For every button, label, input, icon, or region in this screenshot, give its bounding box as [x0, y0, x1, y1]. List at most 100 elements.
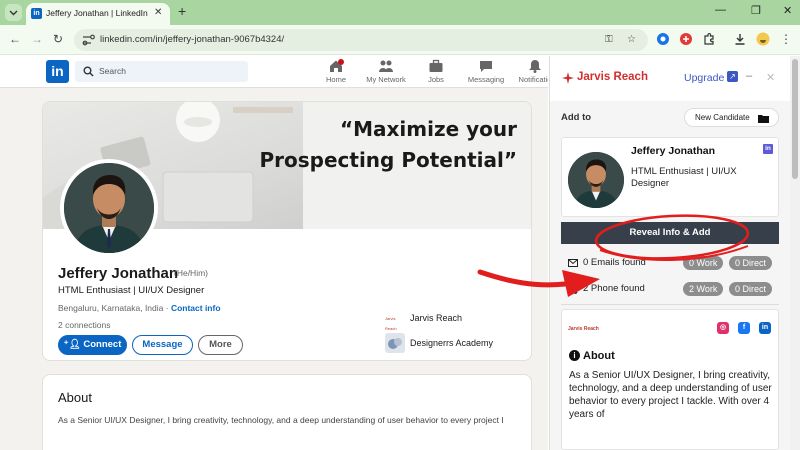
- jarvis-reach-small-logo: Jarvis Reach: [568, 326, 599, 332]
- forward-arrow-icon[interactable]: →: [31, 32, 43, 46]
- contact-info-link[interactable]: Contact info: [171, 303, 221, 313]
- email-icon: [568, 259, 578, 267]
- browser-tab[interactable]: in Jeffery Jonathan | LinkedIn ✕: [26, 3, 170, 25]
- scroll-thumb[interactable]: [792, 59, 798, 179]
- candidate-avatar: [568, 152, 624, 208]
- jarvis-logo-icon: [562, 72, 574, 84]
- new-candidate-label: New Candidate: [695, 113, 750, 122]
- profile-photo: [64, 163, 154, 253]
- jarvis-brand-name: Jarvis Reach: [577, 71, 648, 83]
- facebook-icon[interactable]: f: [738, 322, 750, 334]
- banner-quote: “Maximize your Prospecting Potential”: [259, 114, 517, 176]
- chat-icon: [480, 61, 492, 72]
- jarvis-extension-icon[interactable]: [679, 32, 693, 46]
- nav-notifications[interactable]: Notificatio: [505, 59, 548, 84]
- linkedin-social-icon[interactable]: in: [759, 322, 771, 334]
- puzzle-extensions-icon[interactable]: [702, 32, 716, 46]
- linkedin-icon[interactable]: in: [763, 144, 773, 154]
- about-title: About: [58, 390, 92, 405]
- connections-count[interactable]: 2 connections: [58, 320, 110, 330]
- about-heading: i About: [569, 350, 615, 362]
- tab-search-button[interactable]: [5, 4, 22, 21]
- restore-window-icon[interactable]: ❐: [751, 4, 761, 17]
- emails-found-row: 0 Emails found 0 Work 0 Direct: [561, 252, 779, 274]
- minimize-panel-icon[interactable]: –: [746, 70, 752, 82]
- add-to-label: Add to: [561, 112, 592, 123]
- extension-icon[interactable]: [656, 32, 670, 46]
- url-text: linkedin.com/in/jeffery-jonathan-9067b43…: [100, 34, 285, 45]
- jarvis-reach-company-logo: Jarvis Reach: [385, 316, 397, 331]
- phones-work-badge: 2 Work: [683, 282, 724, 296]
- site-info-icon[interactable]: [82, 34, 95, 46]
- download-icon[interactable]: [733, 32, 747, 46]
- external-link-icon[interactable]: ↗: [727, 71, 738, 82]
- about-heading-text: About: [583, 350, 615, 362]
- profile-card: “Maximize your Prospecting Potential” Je…: [42, 101, 532, 361]
- candidate-about-card: Jarvis Reach ◎ f in i About As a Senior U…: [561, 309, 779, 450]
- phone-icon: [568, 284, 578, 294]
- tab-title: Jeffery Jonathan | LinkedIn: [46, 8, 148, 18]
- browser-menu-icon[interactable]: ⋮: [780, 32, 792, 46]
- bookmark-star-icon[interactable]: ☆: [627, 34, 636, 45]
- candidate-card: Jeffery Jonathan HTML Enthusiast | UI/UX…: [561, 137, 779, 217]
- banner-quote-line-1: “Maximize your: [339, 117, 517, 141]
- profile-location: Bengaluru, Karnataka, India · Contact in…: [58, 303, 221, 313]
- linkedin-logo-icon[interactable]: in: [46, 60, 69, 83]
- folder-icon: [758, 115, 769, 123]
- linkedin-favicon-icon: in: [31, 8, 42, 19]
- emails-found-label: 0 Emails found: [583, 257, 646, 268]
- phones-direct-badge: 0 Direct: [729, 282, 773, 296]
- browser-toolbar: ← → ↻ linkedin.com/in/jeffery-jonathan-9…: [0, 25, 800, 55]
- candidate-name: Jeffery Jonathan: [631, 145, 716, 157]
- candidate-headline: HTML Enthusiast | UI/UX Designer: [631, 166, 737, 189]
- network-icon: [379, 60, 393, 72]
- instagram-icon[interactable]: ◎: [717, 322, 729, 334]
- password-key-icon[interactable]: ⚿: [605, 34, 613, 45]
- emails-direct-badge: 0 Direct: [729, 256, 773, 270]
- profile-avatar-icon[interactable]: [756, 32, 770, 46]
- bell-icon: [529, 60, 541, 73]
- connect-button[interactable]: ⁺👤︎ Connect: [58, 335, 127, 355]
- browser-tab-strip: in Jeffery Jonathan | LinkedIn ✕ + — ❐ ✕: [0, 0, 800, 25]
- candidate-photo: [568, 152, 624, 208]
- profile-name: Jeffery Jonathan: [58, 265, 179, 282]
- about-description: As a Senior UI/UX Designer, I bring crea…: [569, 370, 772, 420]
- info-icon: i: [569, 350, 580, 361]
- page-scrollbar[interactable]: [790, 56, 800, 450]
- new-candidate-dropdown[interactable]: New Candidate: [684, 108, 779, 127]
- close-panel-icon[interactable]: ✕: [766, 71, 775, 84]
- home-icon: [330, 59, 344, 72]
- add-person-icon: ⁺👤︎: [63, 339, 81, 350]
- upgrade-link[interactable]: Upgrade: [684, 72, 724, 84]
- profile-headline: HTML Enthusiast | UI/UX Designer: [58, 285, 205, 296]
- linkedin-nav-bar: in Search Home My Network Jobs Messaging…: [0, 56, 548, 88]
- emails-work-badge: 0 Work: [683, 256, 724, 270]
- more-button[interactable]: More: [198, 335, 243, 355]
- tab-close-icon[interactable]: ✕: [154, 7, 162, 18]
- nav-notifications-label: Notificatio: [518, 75, 548, 84]
- address-bar[interactable]: linkedin.com/in/jeffery-jonathan-9067b43…: [74, 29, 648, 51]
- back-arrow-icon[interactable]: ←: [9, 32, 21, 46]
- new-tab-icon[interactable]: +: [178, 3, 186, 19]
- chevron-down-icon: [9, 10, 18, 16]
- about-card: About As a Senior UI/UX Designer, I brin…: [42, 374, 532, 450]
- jarvis-header: Jarvis Reach Upgrade ↗ – ✕: [550, 56, 790, 101]
- connect-label: Connect: [83, 339, 122, 350]
- jarvis-reach-panel: Jarvis Reach Upgrade ↗ – ✕ Add to New Ca…: [549, 56, 790, 450]
- reveal-info-add-button[interactable]: Reveal Info & Add: [561, 222, 779, 244]
- experience-item-jarvis-reach[interactable]: Jarvis Reach: [410, 313, 462, 323]
- location-text: Bengaluru, Karnataka, India ·: [58, 303, 171, 313]
- banner-quote-line-2: Prospecting Potential”: [259, 148, 517, 172]
- message-button[interactable]: Message: [132, 335, 193, 355]
- linkedin-search-input[interactable]: Search: [75, 61, 248, 82]
- designerrs-academy-logo: [385, 333, 405, 353]
- reload-icon[interactable]: ↻: [53, 32, 63, 46]
- divider: [561, 304, 779, 305]
- minimize-window-icon[interactable]: —: [715, 4, 726, 16]
- profile-pronouns: (He/Him): [174, 268, 208, 278]
- briefcase-icon: [429, 59, 443, 72]
- phones-found-row: 2 Phone found 2 Work 0 Direct: [561, 278, 779, 300]
- close-window-icon[interactable]: ✕: [783, 4, 792, 17]
- experience-item-designerrs-academy[interactable]: Designerrs Academy: [410, 338, 493, 348]
- profile-avatar[interactable]: [60, 159, 158, 257]
